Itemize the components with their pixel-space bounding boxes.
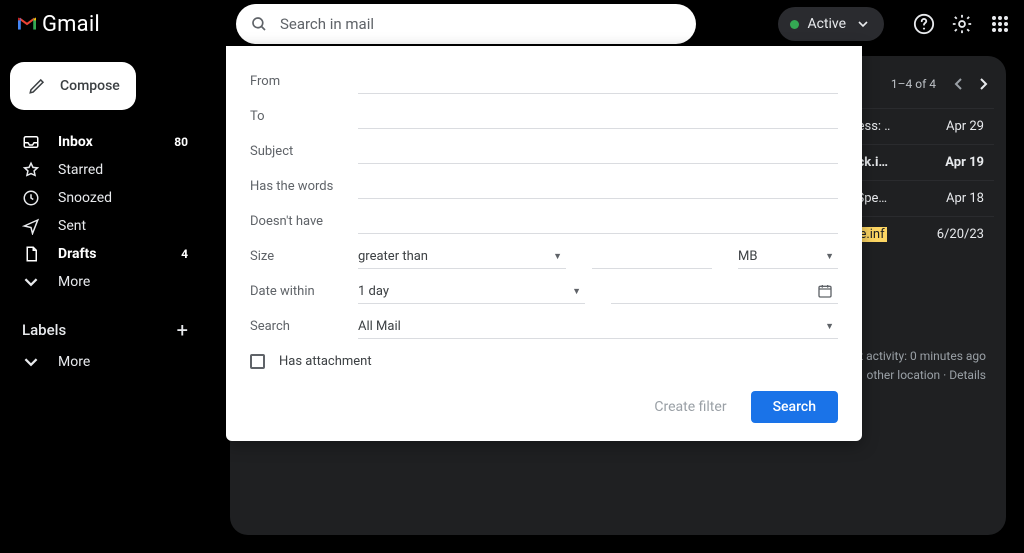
- adv-daterange-value: 1 day: [358, 284, 389, 299]
- labels-title: Labels: [22, 321, 66, 339]
- checkbox-icon[interactable]: [250, 354, 265, 369]
- adv-subject-input[interactable]: [358, 140, 838, 164]
- status-dot-icon: [790, 20, 799, 29]
- adv-size-op-value: greater than: [358, 249, 428, 264]
- sidebar-item-label: Inbox: [58, 134, 93, 150]
- adv-has-attachment-label: Has attachment: [279, 354, 372, 369]
- labels-more-label: More: [58, 354, 90, 370]
- adv-datewithin-label: Date within: [250, 284, 346, 299]
- draft-icon: [22, 245, 40, 263]
- inbox-icon: [22, 133, 40, 151]
- chevron-down-icon: [22, 353, 40, 371]
- labels-header: Labels +: [10, 318, 198, 342]
- search-container: [236, 4, 738, 44]
- chevron-down-icon: ▼: [825, 251, 834, 262]
- sidebar-item-more[interactable]: More: [10, 268, 198, 296]
- star-icon: [22, 161, 40, 179]
- gmail-logo-icon: [18, 15, 36, 33]
- sidebar-item-label: Starred: [58, 162, 103, 178]
- next-page-button[interactable]: [978, 78, 988, 90]
- adv-size-label: Size: [250, 249, 346, 264]
- sidebar-item-label: Sent: [58, 218, 86, 234]
- gear-icon[interactable]: [950, 12, 974, 36]
- adv-searchscope-label: Search: [250, 319, 346, 334]
- page-nav: [954, 78, 988, 90]
- prev-page-button[interactable]: [954, 78, 964, 90]
- chevron-down-icon: [854, 15, 872, 33]
- adv-size-unit-select[interactable]: MB ▼: [738, 245, 838, 269]
- chevron-down-icon: ▼: [825, 321, 834, 332]
- mail-date: Apr 29: [930, 119, 984, 134]
- adv-haswords-label: Has the words: [250, 179, 346, 194]
- adv-from-input[interactable]: [358, 70, 838, 94]
- header-icons: [912, 12, 1012, 36]
- calendar-icon: [816, 282, 834, 300]
- status-chip[interactable]: Active: [778, 7, 884, 41]
- mail-date: 6/20/23: [930, 227, 984, 242]
- create-filter-link[interactable]: Create filter: [654, 399, 726, 415]
- sidebar-item-starred[interactable]: Starred: [10, 156, 198, 184]
- help-icon[interactable]: [912, 12, 936, 36]
- adv-haswords-input[interactable]: [358, 175, 838, 199]
- adv-size-op-select[interactable]: greater than ▼: [358, 245, 566, 269]
- chevron-down-icon: ▼: [572, 286, 581, 297]
- sidebar-item-sent[interactable]: Sent: [10, 212, 198, 240]
- chevron-down-icon: ▼: [553, 251, 562, 262]
- adv-date-input[interactable]: [611, 280, 838, 304]
- sidebar: Compose Inbox 80 Starred Snoozed Sen: [0, 56, 208, 376]
- advanced-search-panel: From To Subject Has the words Doesn't ha…: [226, 46, 862, 441]
- adv-to-label: To: [250, 109, 346, 124]
- chevron-down-icon: [22, 273, 40, 291]
- compose-label: Compose: [60, 78, 120, 94]
- sidebar-item-inbox[interactable]: Inbox 80: [10, 128, 198, 156]
- mail-date: Apr 19: [930, 155, 984, 170]
- adv-searchscope-value: All Mail: [358, 319, 401, 334]
- mail-date: Apr 18: [930, 191, 984, 206]
- sidebar-item-drafts[interactable]: Drafts 4: [10, 240, 198, 268]
- sidebar-item-label: Drafts: [58, 246, 96, 262]
- adv-doesnthave-input[interactable]: [358, 210, 838, 234]
- add-label-button[interactable]: +: [177, 318, 188, 342]
- adv-actions: Create filter Search: [250, 391, 838, 423]
- search-bar[interactable]: [236, 4, 696, 44]
- labels-more[interactable]: More: [10, 348, 198, 376]
- brand[interactable]: Gmail: [18, 12, 100, 37]
- adv-has-attachment[interactable]: Has attachment: [250, 354, 838, 369]
- adv-doesnthave-label: Doesn't have: [250, 214, 346, 229]
- pencil-icon: [28, 77, 46, 95]
- sidebar-item-label: Snoozed: [58, 190, 112, 206]
- adv-from-label: From: [250, 74, 346, 89]
- sidebar-item-count: 4: [181, 247, 188, 261]
- app-header: Gmail Active: [0, 0, 1024, 48]
- adv-subject-label: Subject: [250, 144, 346, 159]
- adv-to-input[interactable]: [358, 105, 838, 129]
- nav: Inbox 80 Starred Snoozed Sent Drafts: [10, 128, 198, 296]
- adv-daterange-select[interactable]: 1 day ▼: [358, 280, 585, 304]
- search-icon: [250, 15, 268, 33]
- search-input[interactable]: [280, 15, 682, 33]
- adv-size-unit-value: MB: [738, 249, 757, 264]
- adv-size-value-input[interactable]: [592, 245, 712, 269]
- sidebar-item-count: 80: [174, 135, 188, 149]
- sidebar-item-label: More: [58, 274, 90, 290]
- status-label: Active: [807, 16, 846, 32]
- adv-search-button[interactable]: Search: [751, 391, 838, 423]
- brand-name: Gmail: [42, 12, 100, 37]
- adv-searchscope-select[interactable]: All Mail ▼: [358, 315, 838, 339]
- apps-grid-icon[interactable]: [988, 12, 1012, 36]
- page-range: 1–4 of 4: [891, 77, 936, 91]
- compose-button[interactable]: Compose: [10, 62, 136, 110]
- clock-icon: [22, 189, 40, 207]
- send-icon: [22, 217, 40, 235]
- sidebar-item-snoozed[interactable]: Snoozed: [10, 184, 198, 212]
